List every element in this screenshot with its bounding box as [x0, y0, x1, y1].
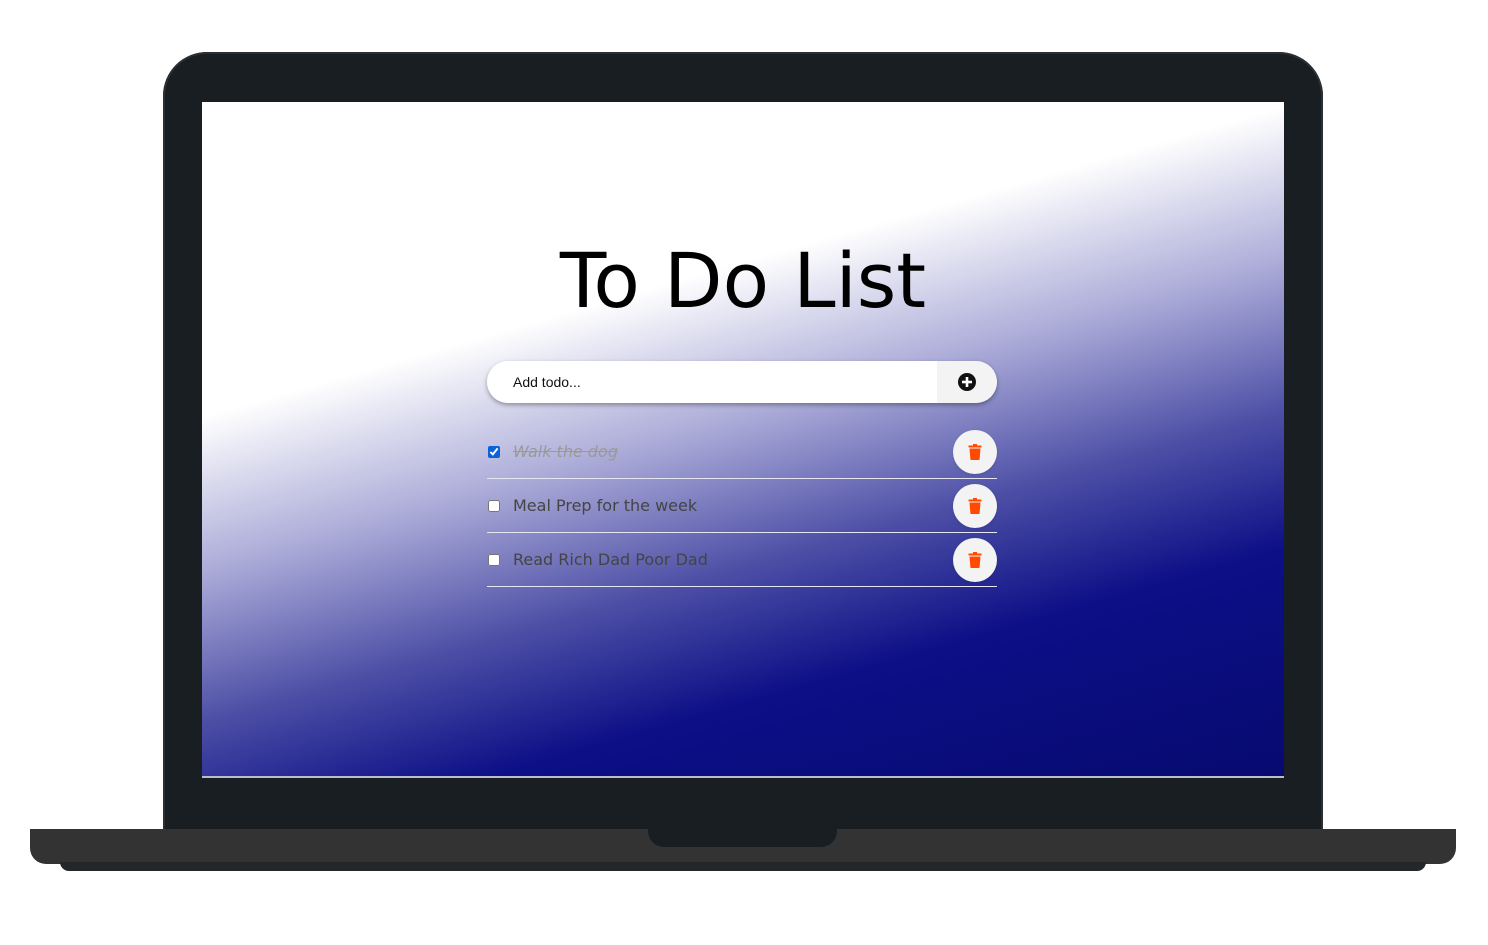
todo-item: Meal Prep for the week	[487, 479, 997, 533]
trash-icon	[968, 443, 982, 460]
add-todo-form	[487, 361, 997, 403]
todo-checkbox[interactable]	[488, 445, 500, 458]
delete-todo-button[interactable]	[953, 483, 997, 528]
todo-checkbox[interactable]	[488, 499, 500, 512]
laptop-base-foot	[60, 862, 1426, 871]
plus-circle-icon	[958, 373, 976, 391]
laptop-mockup: To Do List Walk the dog	[0, 0, 1488, 945]
add-todo-button[interactable]	[937, 361, 997, 403]
delete-todo-button[interactable]	[953, 537, 997, 582]
todo-item: Walk the dog	[487, 425, 997, 479]
todo-list: Walk the dog Meal Prep for the week Read…	[487, 425, 997, 587]
page-title: To Do List	[559, 236, 927, 325]
todo-label: Walk the dog	[513, 442, 618, 461]
add-todo-input[interactable]	[487, 361, 937, 403]
todo-item: Read Rich Dad Poor Dad	[487, 533, 997, 587]
delete-todo-button[interactable]	[953, 429, 997, 474]
laptop-notch	[648, 829, 837, 847]
trash-icon	[968, 497, 982, 514]
todo-label: Meal Prep for the week	[513, 496, 698, 515]
todo-checkbox[interactable]	[488, 553, 500, 566]
app-screen: To Do List Walk the dog	[202, 102, 1284, 778]
trash-icon	[968, 551, 982, 568]
todo-label: Read Rich Dad Poor Dad	[513, 550, 708, 569]
